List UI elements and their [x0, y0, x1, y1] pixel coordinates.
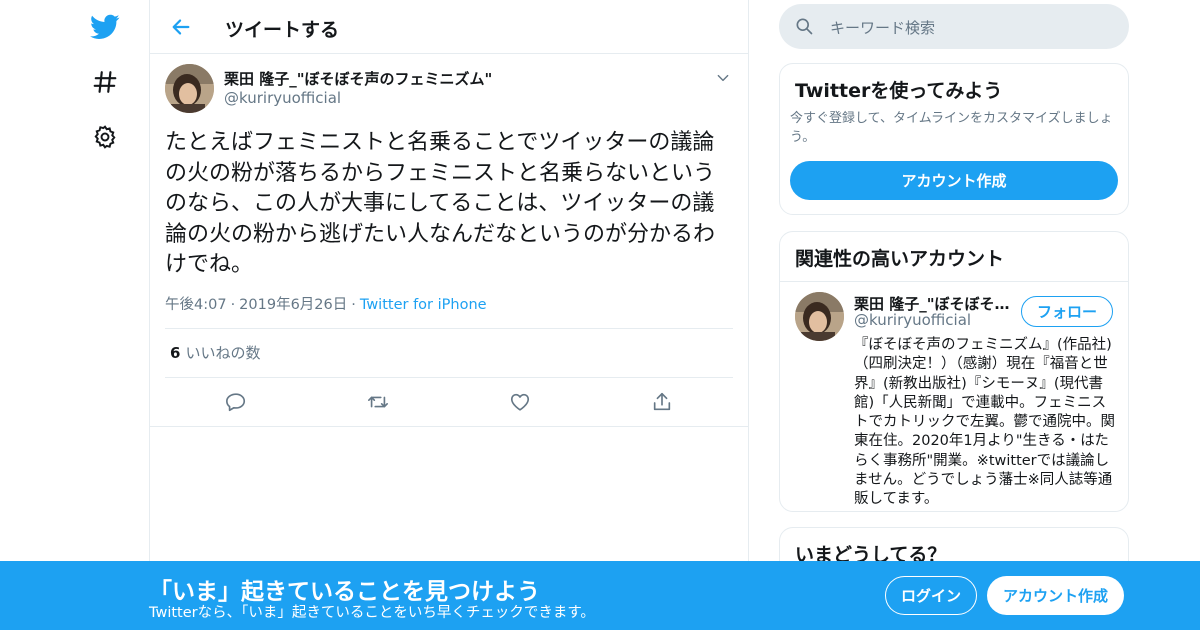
- twitter-logo-icon[interactable]: [90, 12, 120, 42]
- left-nav: [80, 0, 150, 630]
- gear-icon[interactable]: [90, 122, 120, 152]
- search-icon: [794, 16, 814, 36]
- banner-subtitle: Twitterなら、「いま」起きていることをいち早くチェックできます。: [149, 605, 595, 621]
- search-placeholder: キーワード検索: [830, 19, 936, 37]
- page-title: ツイートする: [225, 19, 340, 41]
- login-button[interactable]: ログイン: [885, 576, 977, 615]
- signup-card: Twitterを使ってみよう 今すぐ登録して、タイムラインをカスタマイズしましょ…: [779, 63, 1129, 215]
- author-name[interactable]: 栗田 隆子_"ぼそぼそ声のフェミニズム": [224, 68, 492, 89]
- related-account-bio: 『ぼそぼそ声のフェミニズム』(作品社)（四刷決定！）（感謝）現在『福音と世界』(…: [854, 337, 1115, 508]
- related-account-item[interactable]: 栗田 隆子_"ぼそぼそ声のフェミニズム" @kuriryuofficial フォ…: [780, 281, 1128, 511]
- chevron-down-icon[interactable]: [713, 68, 733, 88]
- bottom-signup-banner: 「いま」起きていることを見つけよう Twitterなら、「いま」起きていることを…: [0, 561, 1200, 630]
- banner-create-account-button[interactable]: アカウント作成: [987, 576, 1124, 615]
- create-account-button[interactable]: アカウント作成: [790, 161, 1118, 200]
- hashtag-icon[interactable]: [90, 67, 120, 97]
- follow-button[interactable]: フォロー: [1021, 296, 1113, 327]
- main-header: ツイートする: [150, 0, 748, 54]
- meta-separator: ·: [351, 296, 356, 313]
- main-column: ツイートする 栗田 隆子_"ぼそぼそ声のフェミニズム" @kuriryuoffi…: [149, 0, 749, 630]
- likes-label: いいねの数: [185, 344, 261, 362]
- search-input[interactable]: キーワード検索: [779, 4, 1129, 49]
- tweet-author-row: 栗田 隆子_"ぼそぼそ声のフェミニズム" @kuriryuofficial: [165, 54, 733, 122]
- share-icon[interactable]: [650, 390, 674, 414]
- tweet-meta: 午後4:07 · 2019年6月26日 · Twitter for iPhone: [165, 293, 733, 313]
- related-account-handle[interactable]: @kuriryuofficial: [854, 311, 971, 329]
- tweet-actions: [165, 378, 733, 426]
- tweet-time[interactable]: 午後4:07: [165, 297, 227, 313]
- tweet-source-link[interactable]: Twitter for iPhone: [360, 297, 487, 313]
- signup-card-title: Twitterを使ってみよう: [795, 80, 1003, 102]
- tweet-date[interactable]: 2019年6月26日: [239, 297, 347, 313]
- related-card-title: 関連性の高いアカウント: [795, 248, 1005, 270]
- page: ツイートする 栗田 隆子_"ぼそぼそ声のフェミニズム" @kuriryuoffi…: [0, 0, 1200, 630]
- tweet-text: たとえばフェミニストと名乗ることでツイッターの議論の火の粉が落ちるからフェミニス…: [165, 130, 716, 277]
- author-handle[interactable]: @kuriryuofficial: [224, 89, 341, 107]
- signup-card-description: 今すぐ登録して、タイムラインをカスタマイズしましょう。: [790, 111, 1113, 145]
- likes-count: 6: [170, 343, 181, 362]
- avatar[interactable]: [795, 292, 844, 341]
- avatar[interactable]: [165, 64, 214, 113]
- like-heart-icon[interactable]: [508, 390, 532, 414]
- related-accounts-card: 関連性の高いアカウント 栗田 隆子_"ぼそぼそ声のフェミニズム" @kuriry…: [779, 231, 1129, 512]
- likes-row[interactable]: 6 いいねの数: [165, 327, 733, 378]
- reply-icon[interactable]: [224, 390, 248, 414]
- tweet: 栗田 隆子_"ぼそぼそ声のフェミニズム" @kuriryuofficial たと…: [150, 54, 748, 427]
- back-arrow-icon[interactable]: [168, 14, 194, 40]
- retweet-icon[interactable]: [366, 390, 390, 414]
- meta-separator: ·: [230, 296, 236, 313]
